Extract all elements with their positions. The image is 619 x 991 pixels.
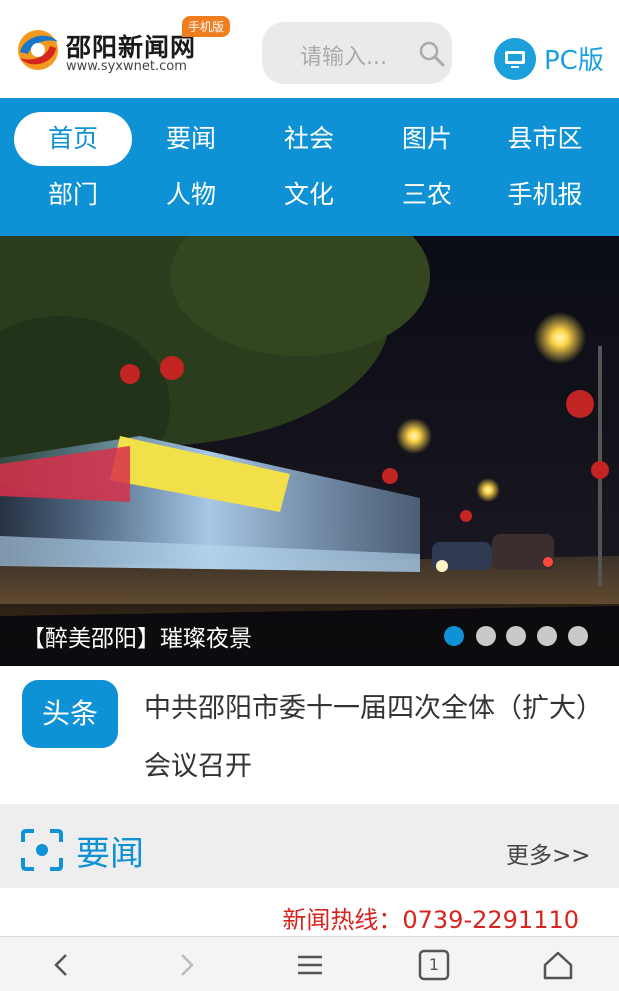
banner-image[interactable] bbox=[0, 236, 619, 666]
forward-icon[interactable] bbox=[166, 945, 206, 985]
headline-badge: 头条 bbox=[22, 680, 118, 748]
carousel-dot[interactable] bbox=[444, 626, 464, 646]
carousel-dot[interactable] bbox=[537, 626, 557, 646]
nav-item-home[interactable]: 首页 bbox=[14, 112, 132, 166]
nav-item-people[interactable]: 人物 bbox=[132, 168, 250, 222]
banner-caption[interactable]: 【醉美邵阳】璀璨夜景 bbox=[22, 619, 252, 653]
headline: 头条 中共邵阳市委十一届四次全体（扩大）会议召开 bbox=[0, 666, 619, 804]
nav-item-agriculture[interactable]: 三农 bbox=[368, 168, 486, 222]
pc-version-icon[interactable] bbox=[494, 38, 536, 80]
logo-icon[interactable] bbox=[14, 28, 64, 72]
pc-version-link[interactable]: PC版 bbox=[544, 40, 604, 77]
headline-link[interactable]: 中共邵阳市委十一届四次全体（扩大）会议召开 bbox=[144, 680, 604, 796]
nav-item-culture[interactable]: 文化 bbox=[250, 168, 368, 222]
banner-caption-bar: 【醉美邵阳】璀璨夜景 bbox=[0, 604, 619, 666]
search-icon[interactable] bbox=[418, 40, 446, 68]
nav-item-counties[interactable]: 县市区 bbox=[486, 112, 604, 166]
carousel-dot[interactable] bbox=[476, 626, 496, 646]
focus-icon bbox=[21, 829, 63, 871]
site-url: www.syxwnet.com bbox=[66, 59, 187, 74]
header: 邵阳新闻网 www.syxwnet.com 手机版 请输入... PC版 bbox=[0, 0, 619, 98]
more-link[interactable]: 更多>> bbox=[506, 836, 591, 870]
search-input[interactable]: 请输入... bbox=[262, 22, 452, 84]
carousel-dot[interactable] bbox=[568, 626, 588, 646]
section-title: 要闻 bbox=[76, 834, 144, 874]
section-header: 要闻 更多>> bbox=[0, 804, 619, 888]
nav-item-pictures[interactable]: 图片 bbox=[368, 112, 486, 166]
browser-toolbar: 1 bbox=[0, 936, 619, 991]
nav-item-news[interactable]: 要闻 bbox=[132, 112, 250, 166]
hotline-text[interactable]: 新闻热线：0739-2291110 bbox=[282, 900, 579, 935]
mobile-version-badge: 手机版 bbox=[182, 16, 231, 37]
search-placeholder: 请输入... bbox=[300, 45, 387, 70]
tabs-button[interactable]: 1 bbox=[414, 945, 454, 985]
menu-icon[interactable] bbox=[290, 945, 330, 985]
back-icon[interactable] bbox=[42, 945, 82, 985]
home-icon[interactable] bbox=[538, 945, 578, 985]
nav-item-society[interactable]: 社会 bbox=[250, 112, 368, 166]
nav-item-departments[interactable]: 部门 bbox=[14, 168, 132, 222]
nav-item-mobile-paper[interactable]: 手机报 bbox=[486, 168, 604, 222]
hotline-bar: 新闻热线：0739-2291110 bbox=[0, 888, 619, 938]
banner-carousel[interactable]: 【醉美邵阳】璀璨夜景 bbox=[0, 236, 619, 666]
carousel-dot[interactable] bbox=[506, 626, 526, 646]
tab-count: 1 bbox=[428, 955, 440, 974]
main-nav: 首页 要闻 社会 图片 县市区 部门 人物 文化 三农 手机报 bbox=[0, 98, 619, 236]
